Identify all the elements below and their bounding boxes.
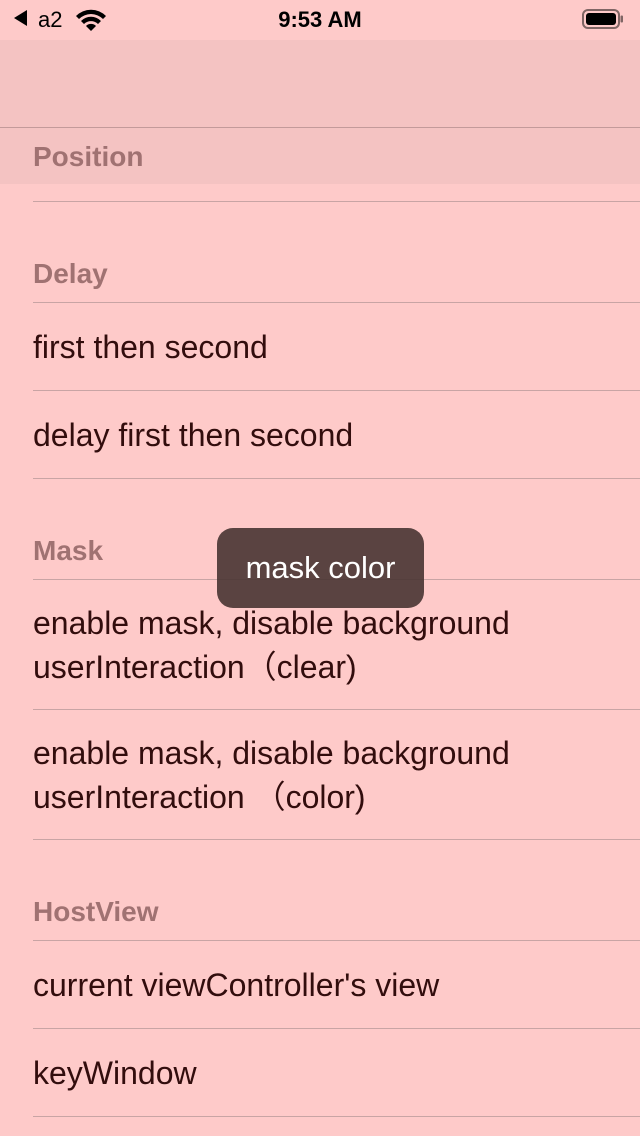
list-item-label: enable mask, disable background userInte… [33, 734, 510, 815]
section-header-label: HostView [33, 896, 159, 927]
list-item-label: current viewController's view [33, 966, 440, 1003]
section-header-label: Mask [33, 535, 104, 566]
status-time: 9:53 AM [278, 7, 362, 32]
list-item[interactable]: enable mask, disable background userInte… [0, 710, 640, 839]
section-header-label: Delay [33, 258, 108, 289]
toast-text: mask color [245, 550, 396, 585]
list-item-label: enable mask, disable background userInte… [33, 604, 510, 685]
list-item[interactable]: keyWindow [0, 1029, 640, 1116]
section-header-delay: Delay [0, 202, 640, 302]
list-item-label: keyWindow [33, 1054, 197, 1091]
status-bar: a2 9:53 AM [0, 0, 640, 40]
section-header-position: Position [0, 128, 640, 184]
list-item-label: delay first then second [33, 416, 354, 453]
navigation-bar [0, 40, 640, 128]
table-view[interactable]: Position Delay first then second delay f… [0, 128, 640, 1117]
list-item[interactable]: first then second [0, 303, 640, 390]
list-item-label: first then second [33, 328, 268, 365]
toast: mask color [217, 528, 424, 608]
section-header-hostview: HostView [0, 840, 640, 940]
list-item[interactable]: delay first then second [0, 391, 640, 478]
separator [33, 1116, 640, 1117]
section-header-label: Position [33, 141, 144, 172]
list-item[interactable]: current viewController's view [0, 941, 640, 1028]
battery-icon [582, 9, 623, 29]
